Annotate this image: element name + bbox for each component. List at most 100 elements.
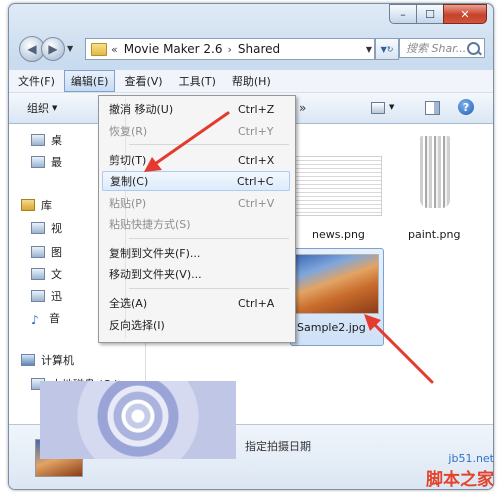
menu-item-shortcut: Ctrl+X xyxy=(238,153,275,167)
menu-item-label: 剪切(T) xyxy=(109,154,147,167)
menu-item-shortcut: Ctrl+C xyxy=(237,174,274,188)
minimize-icon[interactable]: – xyxy=(389,4,417,24)
menu-item-invert-selection[interactable]: 反向选择(I) xyxy=(102,315,290,335)
search-placeholder: 搜索 Shar... xyxy=(406,42,467,55)
menu-item-label: 粘贴快捷方式(S) xyxy=(109,218,191,231)
maximize-icon[interactable]: ☐ xyxy=(416,4,444,24)
blurred-overlay xyxy=(40,381,236,459)
menu-item-select-all[interactable]: 全选(A) Ctrl+A xyxy=(102,293,290,313)
selected-file-sample2[interactable]: Sample2.jpg xyxy=(290,248,384,346)
menu-item-move-to-folder[interactable]: 移动到文件夹(V)... xyxy=(102,264,290,284)
menu-item-paste: 粘贴(P) Ctrl+V xyxy=(102,193,290,213)
menu-item-label: 反向选择(I) xyxy=(109,319,165,332)
recent-pages-dropdown-icon[interactable]: ▼ xyxy=(67,44,73,53)
nav-item-label: 迅 xyxy=(51,290,62,303)
menu-item-shortcut: Ctrl+V xyxy=(238,196,275,210)
forward-arrow-icon[interactable]: ▶ xyxy=(41,37,65,61)
edit-menu: 撤消 移动(U) Ctrl+Z 恢复(R) Ctrl+Y 剪切(T) Ctrl+… xyxy=(98,95,296,343)
date-taken-label: 指定拍摄日期 xyxy=(245,440,311,453)
view-dropdown-icon[interactable]: ▼ xyxy=(389,103,394,111)
nav-item-label: 图 xyxy=(51,246,62,259)
menu-item-label: 恢复(R) xyxy=(109,125,148,138)
watermark-brand: 脚本之家 xyxy=(426,470,494,490)
documents-icon xyxy=(31,268,45,280)
nav-item-videos[interactable]: 视 xyxy=(31,220,62,236)
pictures-icon xyxy=(31,246,45,258)
menu-tools[interactable]: 工具(T) xyxy=(172,70,223,92)
menu-item-label: 全选(A) xyxy=(109,297,148,310)
organize-dropdown-icon[interactable]: ▼ xyxy=(52,104,57,112)
nav-item-recent[interactable]: 最 xyxy=(31,154,62,170)
close-icon[interactable]: ✕ xyxy=(443,4,487,24)
menu-separator xyxy=(129,238,289,239)
breadcrumb-separator[interactable]: › xyxy=(228,43,232,56)
nav-item-label: 桌 xyxy=(51,134,62,147)
nav-item-label: 文 xyxy=(51,268,62,281)
menu-edit[interactable]: 编辑(E) xyxy=(63,70,116,92)
nav-item-label: 最 xyxy=(51,156,62,169)
window-controls: – ☐ ✕ xyxy=(389,4,487,24)
menu-item-paste-shortcut: 粘贴快捷方式(S) xyxy=(102,214,290,234)
watermark: jb51.net 脚本之家 xyxy=(426,452,494,490)
organize-button[interactable]: 组织 xyxy=(27,100,49,116)
menu-item-label: 复制(C) xyxy=(110,175,149,188)
file-name-sample2: Sample2.jpg xyxy=(297,321,366,334)
download-icon xyxy=(31,290,45,302)
computer-icon xyxy=(21,354,35,366)
navigation-bar: ◀ ▶ ▼ « Movie Maker 2.6 › Shared ▼ ▼↻ 搜索… xyxy=(15,32,487,62)
nav-item-music[interactable]: ♪ 音 xyxy=(31,310,60,327)
nav-item-label: 视 xyxy=(51,222,62,235)
more-commands-button[interactable]: » xyxy=(299,101,306,115)
desktop-icon xyxy=(31,134,45,146)
menu-item-undo-move[interactable]: 撤消 移动(U) Ctrl+Z xyxy=(102,99,290,119)
nav-item-downloads[interactable]: 迅 xyxy=(31,288,62,304)
menu-item-copy-to-folder[interactable]: 复制到文件夹(F)... xyxy=(102,243,290,263)
nav-item-label: 音 xyxy=(49,312,60,325)
nav-item-label: 计算机 xyxy=(41,354,74,367)
menu-item-label: 粘贴(P) xyxy=(109,197,147,210)
menu-item-label: 复制到文件夹(F)... xyxy=(109,247,201,260)
paint-thumbnail[interactable] xyxy=(420,136,450,208)
preview-pane-icon[interactable] xyxy=(425,101,440,115)
search-icon[interactable] xyxy=(467,42,480,55)
music-icon: ♪ xyxy=(31,313,39,327)
refresh-icon[interactable]: ▼↻ xyxy=(375,38,399,60)
view-options-icon[interactable] xyxy=(371,102,385,114)
breadcrumb-movie-maker[interactable]: Movie Maker 2.6 xyxy=(124,42,223,56)
sample2-thumbnail xyxy=(295,254,379,314)
watermark-site: jb51.net xyxy=(448,452,494,465)
nav-item-documents[interactable]: 文 xyxy=(31,266,62,282)
news-thumbnail[interactable] xyxy=(292,156,382,216)
menu-separator xyxy=(129,288,289,289)
library-icon xyxy=(21,199,35,211)
nav-item-library[interactable]: 库 xyxy=(21,197,52,213)
help-icon[interactable]: ? xyxy=(458,99,474,115)
file-name-paint[interactable]: paint.png xyxy=(408,228,461,241)
menu-item-label: 撤消 移动(U) xyxy=(109,103,174,116)
nav-item-computer[interactable]: 计算机 xyxy=(21,352,74,368)
file-name-news[interactable]: news.png xyxy=(312,228,365,241)
menu-item-label: 移动到文件夹(V)... xyxy=(109,268,202,281)
nav-item-desktop[interactable]: 桌 xyxy=(31,132,62,148)
menu-item-copy[interactable]: 复制(C) Ctrl+C xyxy=(102,171,290,191)
videos-icon xyxy=(31,222,45,234)
menu-item-shortcut: Ctrl+Z xyxy=(238,102,275,116)
breadcrumb-shared[interactable]: Shared xyxy=(238,42,280,56)
menu-item-redo: 恢复(R) Ctrl+Y xyxy=(102,121,290,141)
path-overflow-icon[interactable]: « xyxy=(111,43,118,56)
nav-item-label: 库 xyxy=(41,199,52,212)
menu-item-shortcut: Ctrl+Y xyxy=(238,124,274,138)
address-dropdown-icon[interactable]: ▼ xyxy=(366,45,372,54)
menu-view[interactable]: 查看(V) xyxy=(117,70,169,92)
search-input[interactable]: 搜索 Shar... xyxy=(399,38,485,58)
menu-item-shortcut: Ctrl+A xyxy=(238,296,275,310)
recent-places-icon xyxy=(31,156,45,168)
menu-item-cut[interactable]: 剪切(T) Ctrl+X xyxy=(102,150,290,170)
menu-file[interactable]: 文件(F) xyxy=(11,70,62,92)
nav-item-pictures[interactable]: 图 xyxy=(31,244,62,260)
menu-bar: 文件(F) 编辑(E) 查看(V) 工具(T) 帮助(H) xyxy=(9,70,493,93)
address-bar[interactable]: « Movie Maker 2.6 › Shared ▼ xyxy=(85,38,375,60)
menu-separator xyxy=(129,144,289,145)
folder-icon xyxy=(91,42,107,56)
menu-help[interactable]: 帮助(H) xyxy=(225,70,278,92)
